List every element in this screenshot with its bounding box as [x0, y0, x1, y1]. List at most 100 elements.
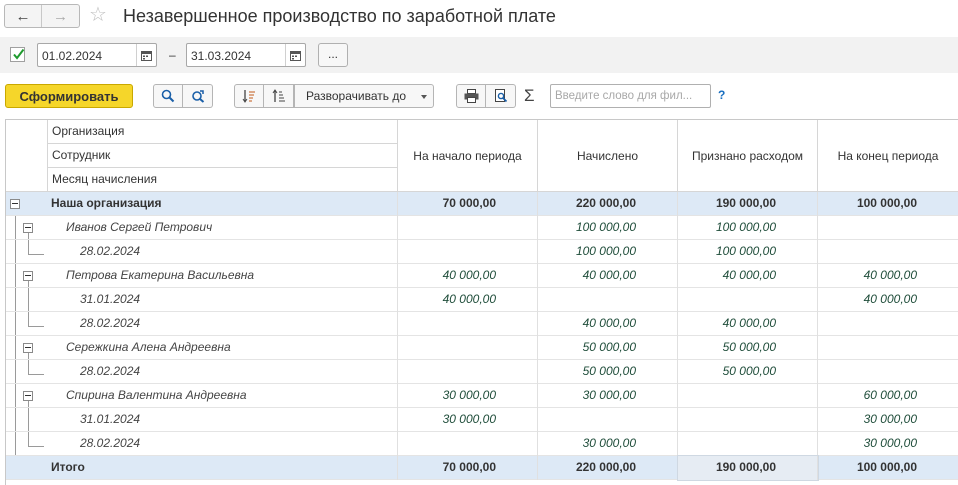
cell-closing: [818, 240, 958, 264]
page-title: Незавершенное производство по заработной…: [123, 6, 556, 26]
row-name: Наша организация: [51, 192, 398, 216]
row-name: 28.02.2024: [51, 360, 398, 384]
collapse-icon[interactable]: [23, 391, 33, 401]
find-next-button[interactable]: [183, 84, 213, 108]
search-input[interactable]: Введите слово для фил...: [550, 84, 711, 108]
print-preview-icon: [494, 89, 507, 103]
cell-expensed: 40 000,00: [678, 312, 818, 336]
cell-expensed: 190 000,00: [678, 192, 818, 216]
find-button[interactable]: [153, 84, 183, 108]
table-row[interactable]: Иванов Сергей Петрович 100 000,00 100 00…: [6, 216, 958, 240]
cell-closing: 30 000,00: [818, 432, 958, 456]
table-row[interactable]: 28.02.2024 40 000,00 40 000,00: [6, 312, 958, 336]
header-employee: Сотрудник: [48, 144, 398, 168]
cell-closing: 30 000,00: [818, 408, 958, 432]
cell-closing: 40 000,00: [818, 288, 958, 312]
cell-expensed: 40 000,00: [678, 264, 818, 288]
toolbar: Сформировать Разворачивать до Σ Введите …: [0, 82, 958, 110]
cell-accrued: 100 000,00: [538, 240, 678, 264]
date-to-value: 31.03.2024: [191, 49, 252, 63]
row-name: Итого: [51, 456, 398, 480]
cell-closing: [818, 336, 958, 360]
sort-ascending-button[interactable]: [264, 84, 294, 108]
cell-closing: 40 000,00: [818, 264, 958, 288]
collapse-icon[interactable]: [23, 223, 33, 233]
header-col-accrued: Начислено: [538, 120, 678, 192]
table-row[interactable]: 28.02.2024 50 000,00 50 000,00: [6, 360, 958, 384]
period-bar: 01.02.2024 – 31.03.2024 ...: [0, 37, 958, 73]
cell-opening: 70 000,00: [398, 456, 538, 480]
row-name: Спирина Валентина Андреевна: [51, 384, 398, 408]
print-button[interactable]: [456, 84, 486, 108]
calendar-icon[interactable]: [285, 44, 305, 66]
cell-expensed: [678, 432, 818, 456]
table-row-group[interactable]: Наша организация 70 000,00 220 000,00 19…: [6, 192, 958, 216]
header-organization: Организация: [48, 120, 398, 144]
favorite-star-icon[interactable]: ☆: [89, 3, 107, 27]
table-row[interactable]: Спирина Валентина Андреевна 30 000,00 30…: [6, 384, 958, 408]
table-row[interactable]: 28.02.2024 100 000,00 100 000,00: [6, 240, 958, 264]
date-to-field[interactable]: 31.03.2024: [186, 43, 306, 67]
cell-closing: [818, 360, 958, 384]
calendar-icon[interactable]: [136, 44, 156, 66]
table-row[interactable]: 28.02.2024 30 000,00 30 000,00: [6, 432, 958, 456]
collapse-icon[interactable]: [10, 199, 20, 209]
report-table: Организация Сотрудник Месяц начисления Н…: [5, 119, 958, 485]
generate-button[interactable]: Сформировать: [5, 84, 133, 108]
sort-descending-button[interactable]: [234, 84, 264, 108]
cell-accrued: 40 000,00: [538, 264, 678, 288]
cell-expensed: 50 000,00: [678, 360, 818, 384]
header-col-opening: На начало периода: [398, 120, 538, 192]
table-row[interactable]: 31.01.2024 40 000,00 40 000,00: [6, 288, 958, 312]
arrow-right-icon: →: [53, 7, 68, 25]
navigation-group: ← →: [4, 4, 80, 28]
cell-opening: [398, 336, 538, 360]
expand-to-dropdown[interactable]: Разворачивать до: [294, 84, 434, 108]
back-button[interactable]: ←: [5, 5, 43, 27]
search-refresh-icon: [191, 90, 204, 103]
sum-icon[interactable]: Σ: [524, 85, 535, 107]
cell-opening: 30 000,00: [398, 384, 538, 408]
cell-opening: 30 000,00: [398, 408, 538, 432]
cell-closing: 100 000,00: [818, 456, 958, 480]
cell-accrued: 220 000,00: [538, 456, 678, 480]
printer-icon: [464, 89, 478, 103]
cell-expensed: [678, 288, 818, 312]
help-link[interactable]: ?: [718, 88, 725, 102]
period-checkbox[interactable]: [10, 47, 25, 62]
select-period-button[interactable]: ...: [318, 43, 348, 67]
row-name: 28.02.2024: [51, 312, 398, 336]
cell-expensed: [678, 384, 818, 408]
cell-opening: [398, 240, 538, 264]
cell-closing: [818, 312, 958, 336]
cell-accrued: 100 000,00: [538, 216, 678, 240]
table-row[interactable]: Сережкина Алена Андреевна 50 000,00 50 0…: [6, 336, 958, 360]
cell-opening: [398, 360, 538, 384]
row-name: Сережкина Алена Андреевна: [51, 336, 398, 360]
table-row[interactable]: 31.01.2024 30 000,00 30 000,00: [6, 408, 958, 432]
cell-opening: 40 000,00: [398, 264, 538, 288]
cell-accrued: 30 000,00: [538, 432, 678, 456]
sort-down-icon: [242, 90, 255, 103]
cell-opening: [398, 432, 538, 456]
cell-accrued: [538, 288, 678, 312]
arrow-left-icon: ←: [15, 7, 31, 25]
table-row-total[interactable]: Итого 70 000,00 220 000,00 190 000,00 10…: [6, 455, 958, 481]
table-row[interactable]: Петрова Екатерина Васильевна 40 000,00 4…: [6, 264, 958, 288]
collapse-icon[interactable]: [23, 343, 33, 353]
row-name: 31.01.2024: [51, 288, 398, 312]
preview-button[interactable]: [486, 84, 516, 108]
forward-button[interactable]: →: [42, 5, 79, 27]
sort-up-icon: [272, 89, 285, 102]
row-name: 28.02.2024: [51, 432, 398, 456]
cell-accrued: [538, 408, 678, 432]
cell-opening: [398, 312, 538, 336]
row-name: Иванов Сергей Петрович: [51, 216, 398, 240]
cell-closing: [818, 216, 958, 240]
header-col-expensed: Признано расходом: [678, 120, 818, 192]
collapse-icon[interactable]: [23, 271, 33, 281]
date-from-field[interactable]: 01.02.2024: [37, 43, 157, 67]
chevron-down-icon: [421, 95, 427, 99]
cell-opening: 70 000,00: [398, 192, 538, 216]
cell-opening: 40 000,00: [398, 288, 538, 312]
